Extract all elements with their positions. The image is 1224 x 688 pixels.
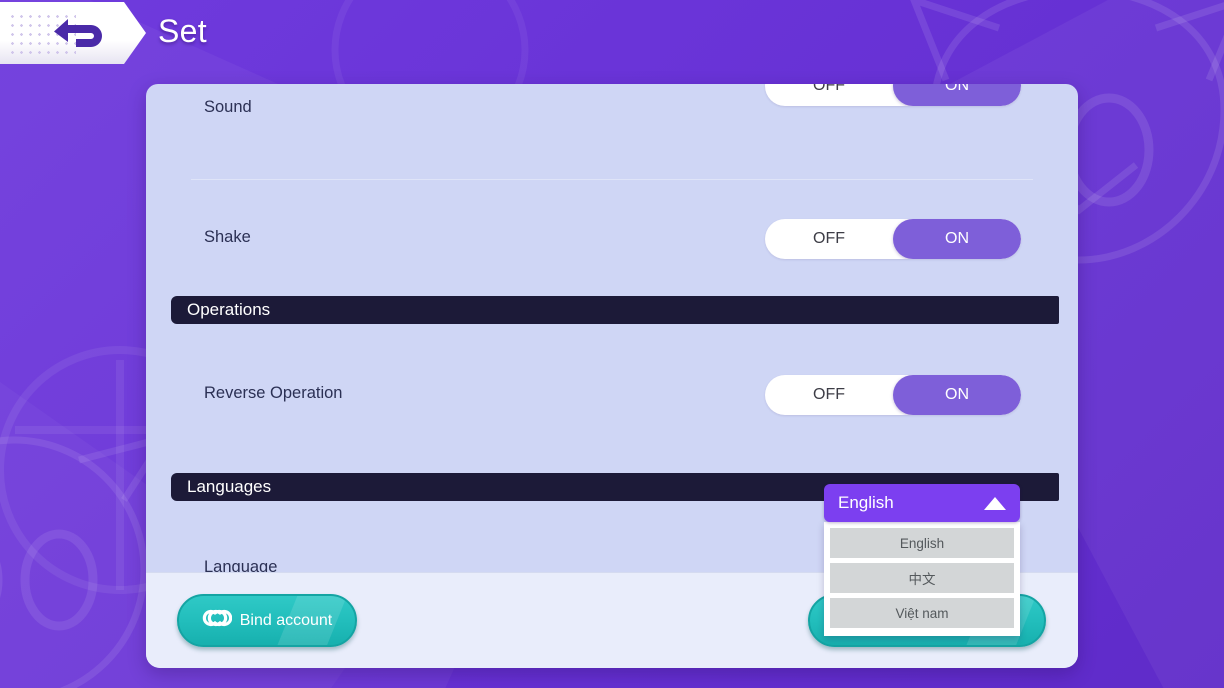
language-dropdown-menu[interactable]: English 中文 Việt nam [824,522,1020,636]
toggle-sound-on[interactable]: ON [893,84,1021,106]
bind-account-label: Bind account [239,611,333,629]
setting-row-shake: Shake OFF ON [146,180,1078,296]
setting-label-reverse-operation: Reverse Operation [204,384,343,402]
toggle-reverse-operation-off[interactable]: OFF [765,375,893,415]
setting-label-sound: Sound [204,98,252,116]
back-button[interactable] [0,2,146,64]
language-option-chinese[interactable]: 中文 [830,563,1014,593]
toggle-sound[interactable]: OFF ON [765,84,1021,106]
toggle-shake[interactable]: OFF ON [765,219,1021,259]
section-title-languages: Languages [187,477,272,496]
setting-row-sound: Sound OFF ON [146,84,1078,180]
page-title: Set [158,13,207,49]
bind-account-button[interactable]: Bind account [177,594,357,647]
toggle-sound-off[interactable]: OFF [765,84,893,106]
back-arrow-icon [52,12,106,59]
language-option-vietnamese[interactable]: Việt nam [830,598,1014,628]
section-header-operations: Operations [171,296,1059,324]
toggle-reverse-operation[interactable]: OFF ON [765,375,1021,415]
setting-row-reverse-operation: Reverse Operation OFF ON [146,324,1078,473]
top-bar: Set [0,0,1224,68]
toggle-shake-on[interactable]: ON [893,219,1021,259]
language-dropdown-trigger[interactable]: English [824,484,1020,522]
language-dropdown-value: English [838,493,894,512]
toggle-reverse-operation-on[interactable]: ON [893,375,1021,415]
section-title-operations: Operations [187,300,271,319]
chevron-up-icon [984,497,1006,515]
language-option-english[interactable]: English [830,528,1014,558]
settings-panel: Sound OFF ON Shake OFF ON Operations Rev… [146,84,1078,668]
setting-label-shake: Shake [204,228,251,246]
chain-link-icon [202,607,232,634]
toggle-shake-off[interactable]: OFF [765,219,893,259]
